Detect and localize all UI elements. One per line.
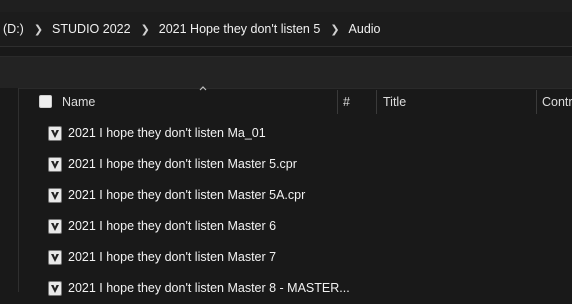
address-bar[interactable]: (D:) ❯ STUDIO 2022 ❯ 2021 Hope they don'… (0, 12, 572, 47)
cubase-project-file-icon (48, 157, 62, 172)
breadcrumb-project-folder[interactable]: 2021 Hope they don't listen 5 (159, 22, 321, 36)
list-item[interactable]: 2021 I hope they don't listen Master 5.c… (19, 149, 572, 180)
file-name: 2021 I hope they don't listen Master 8 -… (68, 281, 350, 295)
list-item[interactable]: 2021 I hope they don't listen Master 7 (19, 242, 572, 273)
list-item[interactable]: 2021 I hope they don't listen Master 8 -… (19, 273, 572, 304)
file-name: 2021 I hope they don't listen Ma_01 (68, 126, 266, 140)
sort-up-icon (199, 86, 207, 91)
chevron-right-icon[interactable]: ❯ (141, 23, 150, 36)
column-divider[interactable] (376, 90, 377, 114)
column-divider[interactable] (337, 90, 338, 114)
file-name: 2021 I hope they don't listen Master 7 (68, 250, 277, 264)
column-divider[interactable] (536, 90, 537, 114)
column-contributing-label: Contr (542, 94, 572, 109)
cubase-project-file-icon (48, 281, 62, 296)
select-all-checkbox[interactable] (39, 95, 52, 108)
chevron-right-icon[interactable]: ❯ (34, 23, 43, 36)
file-name: 2021 I hope they don't listen Master 5.c… (68, 157, 297, 171)
file-list: 2021 I hope they don't listen Ma_01 2021… (19, 118, 572, 304)
list-item[interactable]: 2021 I hope they don't listen Master 6 (19, 211, 572, 242)
column-number-label: # (343, 94, 350, 109)
column-contributing[interactable]: Contr (542, 88, 572, 115)
column-title-label: Title (383, 94, 407, 109)
file-name: 2021 I hope they don't listen Master 5A.… (68, 188, 306, 202)
cubase-project-file-icon (48, 219, 62, 234)
breadcrumb: (D:) ❯ STUDIO 2022 ❯ 2021 Hope they don'… (0, 15, 572, 43)
column-number[interactable]: # (343, 88, 350, 115)
list-item[interactable]: 2021 I hope they don't listen Ma_01 (19, 118, 572, 149)
column-name-label: Name (62, 94, 96, 109)
breadcrumb-studio-2022[interactable]: STUDIO 2022 (52, 22, 131, 36)
cubase-project-file-icon (48, 126, 62, 141)
cubase-project-file-icon (48, 250, 62, 265)
navigation-pane (0, 88, 19, 292)
column-title[interactable]: Title (383, 88, 406, 115)
column-header: Name # Title Contr (19, 86, 572, 115)
command-bar (0, 56, 572, 89)
cubase-project-file-icon (48, 188, 62, 203)
breadcrumb-audio[interactable]: Audio (349, 22, 381, 36)
column-name[interactable]: Name (62, 88, 95, 115)
chevron-right-icon[interactable]: ❯ (330, 23, 339, 36)
list-item[interactable]: 2021 I hope they don't listen Master 5A.… (19, 180, 572, 211)
file-name: 2021 I hope they don't listen Master 6 (68, 219, 277, 233)
breadcrumb-drive[interactable]: (D:) (3, 22, 24, 36)
